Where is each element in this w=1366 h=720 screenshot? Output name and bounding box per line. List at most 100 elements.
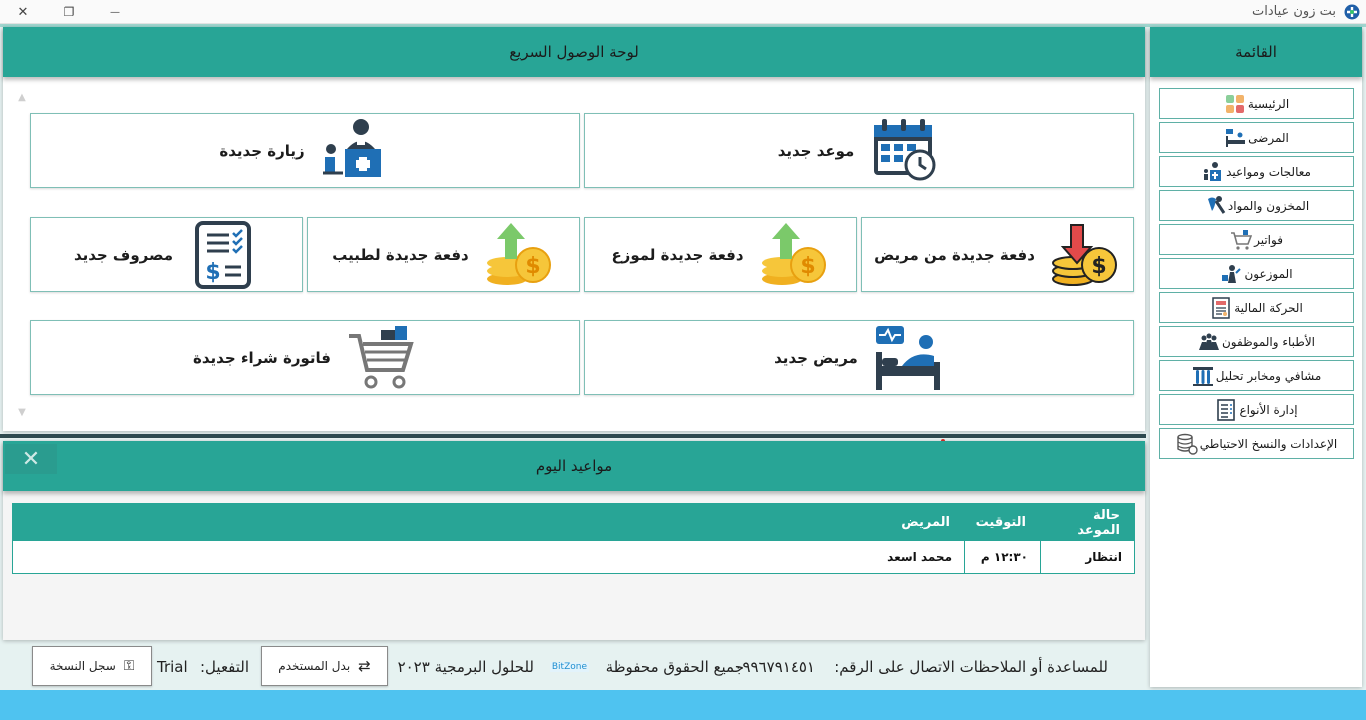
sidebar-item-label: المرضى: [1248, 130, 1289, 145]
sidebar-item-label: فواتير: [1254, 232, 1283, 247]
company-logo: BitZone: [549, 662, 589, 672]
tile-label: موعد جديد: [777, 141, 855, 160]
tile-new-visit[interactable]: زيارة جديدة: [30, 113, 580, 188]
tile-label: دفعة جديدة لطبيب: [332, 245, 469, 264]
sidebar-item-distributors[interactable]: الموزعون: [1159, 258, 1354, 289]
restore-icon: ❐: [63, 5, 75, 19]
column-header-patient: المريض: [901, 515, 950, 530]
tile-label: مصروف جديد: [73, 245, 174, 264]
tile-payment-to-distributor[interactable]: $ دفعة جديدة لموزع: [584, 217, 857, 292]
shopping-cart-icon: [348, 325, 414, 388]
panel-divider: [0, 434, 1146, 438]
svg-text:$: $: [525, 254, 540, 279]
cell-time: ١٢:٣٠ م: [964, 541, 1040, 573]
scroll-down-arrow[interactable]: ▼: [15, 405, 29, 419]
calendar-clock-icon: [874, 118, 936, 180]
sidebar-item-label: الحركة المالية: [1234, 300, 1303, 315]
database-settings-icon: [1177, 433, 1198, 455]
quick-access-title: لوحة الوصول السريع: [509, 43, 639, 61]
sidebar-item-label: الموزعون: [1244, 266, 1293, 281]
sidebar-item-treatments[interactable]: معالجات ومواعيد: [1159, 156, 1354, 187]
tile-new-appointment[interactable]: موعد جديد: [584, 113, 1134, 188]
sidebar-item-label: الإعدادات والنسخ الاحتياطي: [1199, 436, 1338, 451]
checklist-icon: [1217, 398, 1236, 421]
cell-patient: محمد اسعد: [887, 550, 952, 564]
home-tiles-icon: [1225, 94, 1244, 113]
staff-group-icon: [1198, 333, 1219, 350]
close-appointments-button[interactable]: ✕: [5, 444, 57, 474]
bottom-status-bar: [0, 690, 1366, 720]
quick-access-panel: لوحة الوصول السريع ▲ ▼ موعد جديد زيارة ج…: [3, 27, 1145, 431]
switch-user-button[interactable]: ⇄ بدل المستخدم: [261, 646, 388, 686]
help-text: للمساعدة أو الملاحظات الاتصال على الرقم:: [834, 658, 1108, 676]
patient-bed-icon: [1226, 128, 1246, 147]
close-icon: ✕: [17, 4, 29, 20]
footer: للمساعدة أو الملاحظات الاتصال على الرقم:…: [0, 646, 1146, 690]
sidebar-panel: القائمة الرئيسية المرضى معالجات ومواعيد …: [1150, 27, 1362, 687]
sidebar-item-label: الرئيسية: [1247, 96, 1290, 111]
sidebar-item-invoices[interactable]: فواتير: [1159, 224, 1354, 255]
coins-up-icon: $: [486, 222, 551, 285]
tile-label: دفعة جديدة من مريض: [874, 245, 1035, 264]
cell-status: انتظار: [1040, 541, 1134, 573]
svg-text:$: $: [800, 254, 815, 279]
sidebar-item-home[interactable]: الرئيسية: [1159, 88, 1354, 119]
sidebar-item-label: الأطباء والموظفون: [1221, 334, 1316, 349]
sidebar-header: القائمة: [1150, 27, 1362, 77]
quick-access-header: لوحة الوصول السريع: [3, 27, 1145, 77]
tile-new-patient[interactable]: مريض جديد: [584, 320, 1134, 395]
tile-label: دفعة جديدة لموزع: [611, 245, 744, 264]
test-tubes-icon: [1192, 366, 1213, 386]
sidebar-item-types[interactable]: إدارة الأنواع: [1159, 394, 1354, 425]
sidebar-item-label: المخزون والمواد: [1227, 198, 1310, 213]
column-header-status: حالة الموعد: [1077, 507, 1120, 538]
column-header-time: التوقيت: [975, 515, 1026, 530]
sidebar-item-label: معالجات ومواعيد: [1226, 164, 1311, 179]
app-logo-icon: [1344, 4, 1360, 20]
close-window-button[interactable]: ✕: [0, 0, 46, 24]
appointments-header: مواعيد اليوم: [3, 441, 1145, 491]
register-version-button[interactable]: ⚿ سجل النسخة: [32, 646, 152, 686]
tooth-tools-icon: [1207, 195, 1226, 214]
tile-payment-from-patient[interactable]: $ دفعة جديدة من مريض: [861, 217, 1134, 292]
distributor-icon: [1222, 264, 1242, 283]
tile-label: زيارة جديدة: [219, 141, 305, 160]
sidebar-item-finance[interactable]: الحركة المالية: [1159, 292, 1354, 323]
rights-text: جميع الحقوق محفوظة: [605, 658, 744, 676]
title-bar: بت زون عيادات ✕ ❐ —: [0, 0, 1366, 24]
sidebar-item-label: إدارة الأنواع: [1239, 402, 1298, 417]
tile-label: فاتورة شراء جديدة: [193, 348, 331, 367]
sidebar-item-patients[interactable]: المرضى: [1159, 122, 1354, 153]
tile-payment-to-doctor[interactable]: $ دفعة جديدة لطبيب: [307, 217, 580, 292]
coins-up-icon: $: [761, 222, 826, 285]
window-title: بت زون عيادات: [1251, 4, 1336, 19]
tile-new-purchase-invoice[interactable]: فاتورة شراء جديدة: [30, 320, 580, 395]
tile-new-expense[interactable]: $ مصروف جديد: [30, 217, 303, 292]
table-row[interactable]: انتظار ١٢:٣٠ م محمد اسعد: [13, 541, 1134, 573]
tile-label: مريض جديد: [774, 348, 858, 367]
phone-number: ٠٩٩٦٧٩١٤٥١: [734, 658, 815, 676]
scroll-up-arrow[interactable]: ▲: [15, 90, 29, 104]
coins-down-icon: $: [1051, 223, 1117, 286]
sidebar-item-labs[interactable]: مشافي ومخابر تحليل: [1159, 360, 1354, 391]
cart-icon: [1231, 229, 1253, 250]
activation-value: Trial: [157, 658, 188, 676]
sidebar-item-staff[interactable]: الأطباء والموظفون: [1159, 326, 1354, 357]
expense-list-icon: $: [195, 220, 252, 289]
switch-user-icon: ⇄: [358, 657, 371, 675]
close-icon: ✕: [21, 446, 41, 472]
minimize-window-button[interactable]: —: [92, 0, 138, 24]
switch-user-label: بدل المستخدم: [278, 659, 351, 673]
table-header-row: حالة الموعد التوقيت المريض: [13, 504, 1134, 541]
restore-window-button[interactable]: ❐: [46, 0, 92, 24]
appointments-title: مواعيد اليوم: [535, 457, 613, 475]
sidebar-item-settings-backup[interactable]: الإعدادات والنسخ الاحتياطي: [1159, 428, 1354, 459]
sidebar-title: القائمة: [1235, 43, 1277, 61]
patient-bed-icon: [875, 325, 940, 390]
svg-text:$: $: [1091, 254, 1106, 279]
finance-report-icon: [1212, 296, 1230, 319]
company-text: للحلول البرمجية ٢٠٢٣: [397, 658, 534, 676]
sidebar-item-inventory[interactable]: المخزون والمواد: [1159, 190, 1354, 221]
appointments-panel: مواعيد اليوم ✕ حالة الموعد التوقيت المري…: [3, 441, 1145, 640]
activation-label: التفعيل:: [200, 658, 250, 676]
